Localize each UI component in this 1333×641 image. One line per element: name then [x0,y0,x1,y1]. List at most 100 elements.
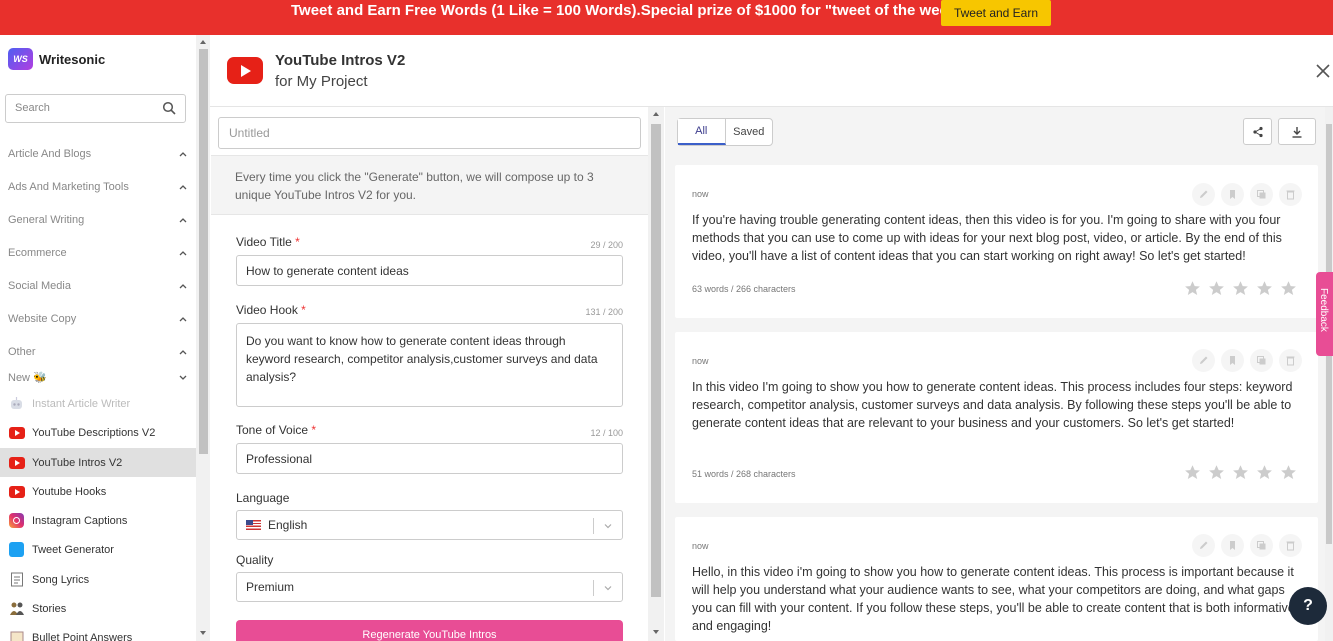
sidebar-item-instagram-captions[interactable]: Instagram Captions [0,506,196,535]
video-hook-textarea[interactable]: Do you want to know how to generate cont… [236,323,623,407]
scroll-up-arrow-icon[interactable] [196,36,210,48]
sidebar-item-song-lyrics[interactable]: Song Lyrics [0,565,196,594]
category-general-writing[interactable]: General Writing [8,210,188,230]
copy-button[interactable] [1250,534,1273,557]
edit-button[interactable] [1192,349,1215,372]
category-new-label: New 🐝 [8,371,47,384]
form-scrollbar-thumb[interactable] [651,124,661,597]
share-button[interactable] [1243,118,1272,145]
info-text: Every time you click the "Generate" butt… [211,155,648,215]
category-new[interactable]: New 🐝 [8,367,188,387]
language-select[interactable]: English [236,510,623,540]
copy-icon [1257,190,1266,199]
close-icon[interactable] [1314,62,1332,80]
required-marker: * [311,423,317,437]
tab-saved[interactable]: Saved [726,119,773,145]
sidebar-item-bullet-point-answers[interactable]: Bullet Point Answers [0,623,196,641]
feedback-tab[interactable]: Feedback [1316,272,1333,356]
star-icon[interactable] [1184,280,1201,297]
sidebar-item-label: YouTube Descriptions V2 [32,426,156,439]
edit-button[interactable] [1192,534,1215,557]
logo[interactable]: WS Writesonic [8,48,105,70]
scroll-down-arrow-icon[interactable] [648,625,664,639]
tab-all[interactable]: All [678,119,726,145]
result-actions [1192,183,1302,206]
delete-button[interactable] [1279,183,1302,206]
category-social-media[interactable]: Social Media [8,276,188,296]
field-label-text: Video Hook [236,303,298,317]
star-icon[interactable] [1208,280,1225,297]
category-label: Ecommerce [8,247,67,259]
save-button[interactable] [1221,349,1244,372]
lyrics-icon [8,571,25,588]
category-website-copy[interactable]: Website Copy [8,309,188,329]
help-button[interactable]: ? [1289,587,1327,625]
download-button[interactable] [1278,118,1316,145]
edit-button[interactable] [1192,183,1215,206]
result-time: now [692,356,709,366]
result-actions [1192,349,1302,372]
robot-icon [8,395,25,412]
result-text[interactable]: In this video I'm going to show you how … [692,378,1302,432]
sidebar-item-stories[interactable]: Stories [0,594,196,623]
promo-banner-text: Tweet and Earn Free Words (1 Like = 100 … [291,2,968,19]
chevron-up-icon [179,251,187,256]
category-label: Ads And Marketing Tools [8,181,129,193]
scroll-up-arrow-icon[interactable] [648,107,664,121]
select-separator [593,580,594,596]
category-label: General Writing [8,214,85,226]
star-icon[interactable] [1232,464,1249,481]
search-icon[interactable] [162,101,176,115]
youtube-icon [8,454,25,471]
sidebar-item-youtube-intros-v2[interactable]: YouTube Intros V2 [0,448,196,477]
sidebar-item-youtube-descriptions-v2[interactable]: YouTube Descriptions V2 [0,418,196,447]
download-icon [1292,126,1302,138]
pencil-icon [1200,190,1208,198]
sidebar-item-youtube-hooks[interactable]: Youtube Hooks [0,477,196,506]
sidebar-item-tweet-generator[interactable]: Tweet Generator [0,535,196,564]
tweet-and-earn-button[interactable]: Tweet and Earn [941,0,1051,26]
category-ecommerce[interactable]: Ecommerce [8,243,188,263]
chevron-up-icon [179,185,187,190]
trash-icon [1286,190,1295,200]
save-button[interactable] [1221,534,1244,557]
star-icon[interactable] [1280,280,1297,297]
bookmark-icon [1230,356,1235,365]
quality-select[interactable]: Premium [236,572,623,602]
scroll-down-arrow-icon[interactable] [196,627,210,639]
star-icon[interactable] [1256,280,1273,297]
result-text[interactable]: Hello, in this video i'm going to show y… [692,563,1302,635]
result-actions [1192,534,1302,557]
star-icon[interactable] [1280,464,1297,481]
video-title-input[interactable]: How to generate content ideas [236,255,623,286]
twitter-icon [8,541,25,558]
language-label: Language [236,491,290,505]
youtube-icon [8,483,25,500]
page-title: YouTube Intros V2 [275,52,406,69]
result-text[interactable]: If you're having trouble generating cont… [692,211,1302,265]
star-icon[interactable] [1208,464,1225,481]
delete-button[interactable] [1279,534,1302,557]
regenerate-button[interactable]: Regenerate YouTube Intros [236,620,623,641]
result-card: now Hello, in this video i'm going to sh… [675,517,1318,641]
category-ads-and-marketing[interactable]: Ads And Marketing Tools [8,177,188,197]
feedback-label: Feedback [1318,288,1329,332]
search-input[interactable]: Search [5,94,186,123]
copy-button[interactable] [1250,183,1273,206]
category-article-and-blogs[interactable]: Article And Blogs [8,144,188,164]
sidebar-scrollbar-thumb[interactable] [199,49,208,454]
star-icon[interactable] [1232,280,1249,297]
document-name-input[interactable]: Untitled [218,117,641,149]
sidebar-item-label: Bullet Point Answers [32,631,133,641]
category-other[interactable]: Other [8,342,188,362]
copy-button[interactable] [1250,349,1273,372]
star-icon[interactable] [1184,464,1201,481]
delete-button[interactable] [1279,349,1302,372]
sidebar-item-instant-article-writer[interactable]: Instant Article Writer [0,389,196,418]
star-icon[interactable] [1256,464,1273,481]
chevron-up-icon [179,350,187,355]
writesonic-logo-icon: WS [8,48,33,70]
field-label-text: Tone of Voice [236,423,309,437]
save-button[interactable] [1221,183,1244,206]
tone-of-voice-input[interactable]: Professional [236,443,623,474]
